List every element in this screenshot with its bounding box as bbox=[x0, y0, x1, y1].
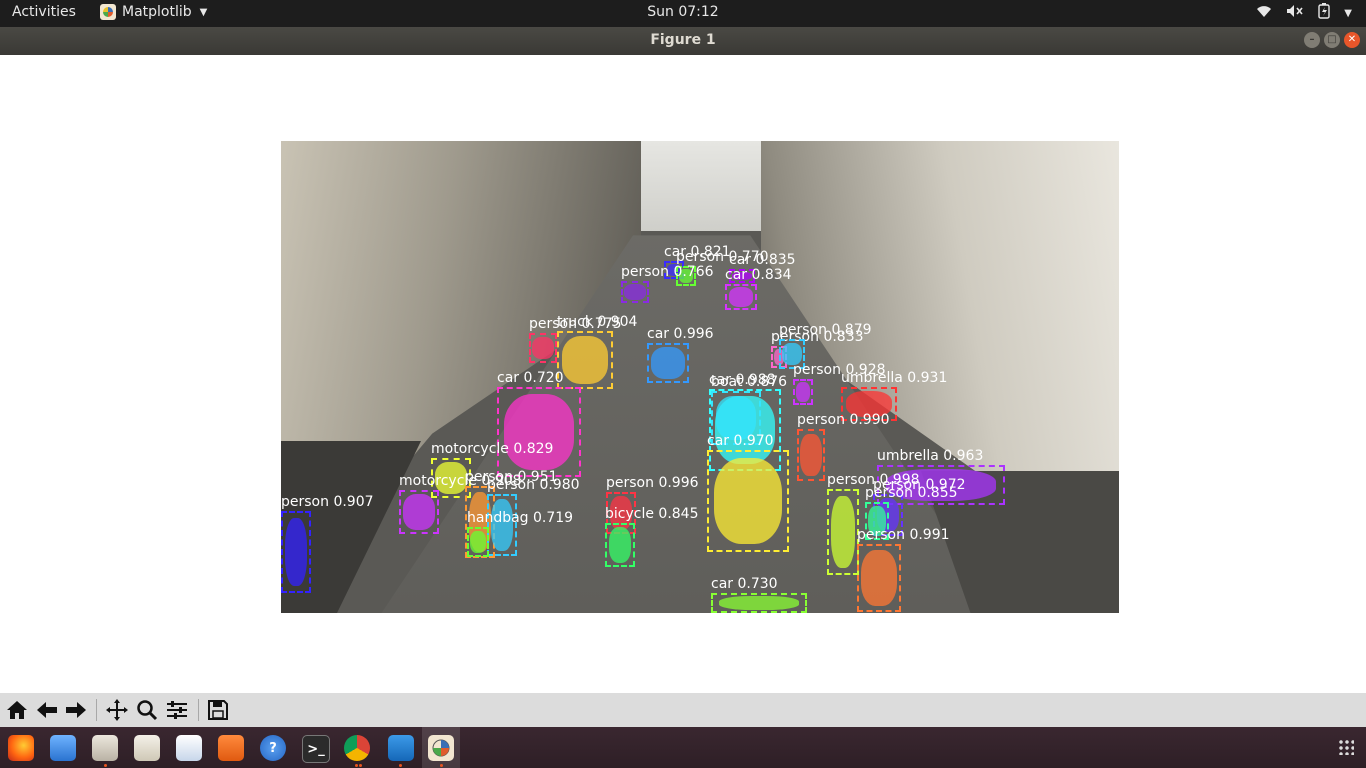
window-title-bar[interactable]: Figure 1 – □ ✕ bbox=[0, 27, 1366, 55]
app-menu-label: Matplotlib bbox=[122, 4, 192, 20]
minimize-button[interactable]: – bbox=[1304, 32, 1320, 48]
segmentation-mask bbox=[718, 595, 800, 611]
software-center-icon[interactable] bbox=[218, 735, 244, 761]
battery-icon[interactable] bbox=[1318, 3, 1330, 23]
running-indicator bbox=[104, 764, 107, 767]
power-menu-chevron-icon[interactable]: ▼ bbox=[1344, 8, 1352, 19]
detection-box: person 0.991 bbox=[857, 527, 950, 612]
segmentation-mask bbox=[532, 336, 554, 360]
file-manager-icon[interactable] bbox=[92, 735, 118, 761]
segmentation-mask bbox=[800, 433, 822, 477]
rhythmbox-icon[interactable] bbox=[134, 735, 160, 761]
detection-label: person 0.991 bbox=[857, 527, 950, 543]
detection-box: truck 0.904 bbox=[557, 314, 637, 389]
segmentation-mask bbox=[562, 336, 608, 384]
detection-label: person 0.907 bbox=[281, 494, 374, 510]
detection-label: motorcycle 0.829 bbox=[431, 441, 554, 457]
detection-box: car 0.730 bbox=[711, 576, 807, 613]
show-applications-icon[interactable] bbox=[1338, 739, 1354, 755]
save-button[interactable] bbox=[205, 697, 231, 723]
matplotlib-dock-icon[interactable] bbox=[428, 735, 454, 761]
vscode-icon[interactable] bbox=[388, 735, 414, 761]
segmentation-mask bbox=[608, 527, 632, 563]
activities-button[interactable]: Activities bbox=[12, 4, 76, 20]
figure-canvas[interactable]: car 0.821 car 0.835 person 0.770 person 0.7… bbox=[0, 55, 1366, 693]
detection-label: car 0.834 bbox=[725, 267, 792, 283]
volume-muted-icon[interactable] bbox=[1286, 4, 1304, 22]
detection-box: car 0.834 bbox=[725, 267, 792, 310]
detection-box: car 0.720 bbox=[497, 370, 581, 477]
segmentation-mask bbox=[624, 284, 646, 300]
detection-label: car 0.970 bbox=[707, 433, 774, 449]
running-indicator bbox=[359, 764, 362, 767]
running-indicator bbox=[440, 764, 443, 767]
segmentation-mask bbox=[470, 530, 486, 554]
navigation-toolbar bbox=[0, 693, 1366, 727]
detection-label: person 0.775 bbox=[529, 316, 622, 332]
detection-box: person 0.775 bbox=[529, 316, 622, 363]
segmentation-mask bbox=[503, 394, 575, 470]
chrome-icon[interactable] bbox=[344, 735, 370, 761]
detection-label: boat 0.876 bbox=[711, 374, 788, 390]
detection-label: person 0.996 bbox=[606, 475, 699, 491]
segmentation-mask bbox=[861, 549, 897, 607]
back-button[interactable] bbox=[34, 697, 60, 723]
home-button[interactable] bbox=[4, 697, 30, 723]
segmentation-mask bbox=[713, 457, 783, 545]
segmentation-mask bbox=[403, 494, 435, 530]
detection-label: person 0.990 bbox=[797, 412, 890, 428]
detection-label: person 0.855 bbox=[865, 485, 958, 501]
detection-label: car 0.996 bbox=[647, 326, 714, 342]
help-icon[interactable]: ? bbox=[260, 735, 286, 761]
detection-label: car 0.720 bbox=[497, 370, 564, 386]
zoom-button[interactable] bbox=[134, 697, 160, 723]
chevron-down-icon: ▼ bbox=[199, 6, 208, 18]
detection-box: person 0.766 bbox=[621, 264, 714, 303]
matplotlib-icon bbox=[100, 4, 116, 20]
taskbar: ? >_ bbox=[0, 727, 1366, 768]
segmentation-mask bbox=[728, 287, 754, 307]
detection-box: person 0.998 bbox=[827, 472, 920, 575]
firefox-icon[interactable] bbox=[8, 735, 34, 761]
libreoffice-writer-icon[interactable] bbox=[176, 735, 202, 761]
terminal-icon[interactable]: >_ bbox=[302, 735, 330, 763]
detection-box: person 0.990 bbox=[797, 412, 890, 481]
detection-label: bicycle 0.845 bbox=[605, 506, 699, 522]
running-indicator bbox=[355, 764, 358, 767]
toolbar-separator bbox=[198, 699, 199, 721]
detection-box: person 0.928 bbox=[793, 362, 886, 405]
detection-label: person 0.770 bbox=[676, 249, 769, 265]
running-indicator bbox=[399, 764, 402, 767]
detection-label: umbrella 0.931 bbox=[841, 370, 948, 386]
segmentation-mask bbox=[830, 495, 856, 569]
detection-box: handbag 0.719 bbox=[467, 510, 573, 557]
system-tray[interactable]: ▼ bbox=[1256, 3, 1352, 23]
detection-label: car 0.730 bbox=[711, 576, 778, 592]
segmentation-mask bbox=[795, 382, 811, 402]
detection-box: car 0.996 bbox=[647, 326, 714, 383]
window-title: Figure 1 bbox=[650, 32, 716, 48]
segmentation-mask bbox=[284, 517, 308, 587]
detection-image: car 0.821 car 0.835 person 0.770 person 0.7… bbox=[281, 141, 1119, 613]
detection-box: bicycle 0.845 bbox=[605, 506, 699, 567]
app-menu[interactable]: Matplotlib ▼ bbox=[100, 4, 207, 20]
detection-label: person 0.980 bbox=[487, 477, 580, 493]
thunderbird-icon[interactable] bbox=[50, 735, 76, 761]
detection-label: handbag 0.719 bbox=[467, 510, 574, 526]
detection-box: person 0.907 bbox=[281, 494, 374, 593]
close-button[interactable]: ✕ bbox=[1344, 32, 1360, 48]
toolbar-separator bbox=[96, 699, 97, 721]
forward-button[interactable] bbox=[63, 697, 89, 723]
segmentation-mask bbox=[651, 347, 685, 379]
pan-button[interactable] bbox=[104, 697, 130, 723]
configure-subplots-button[interactable] bbox=[164, 697, 190, 723]
detection-box: motorcycle 0.908 bbox=[399, 473, 521, 534]
wifi-icon[interactable] bbox=[1256, 4, 1272, 22]
detection-label: person 0.879 bbox=[779, 322, 872, 338]
maximize-button[interactable]: □ bbox=[1324, 32, 1340, 48]
detection-label: person 0.766 bbox=[621, 264, 714, 280]
detection-label: umbrella 0.963 bbox=[877, 448, 984, 464]
top-bar: Activities Matplotlib ▼ Sun 07:12 ▼ bbox=[0, 0, 1366, 27]
detection-box: car 0.970 bbox=[707, 433, 789, 552]
